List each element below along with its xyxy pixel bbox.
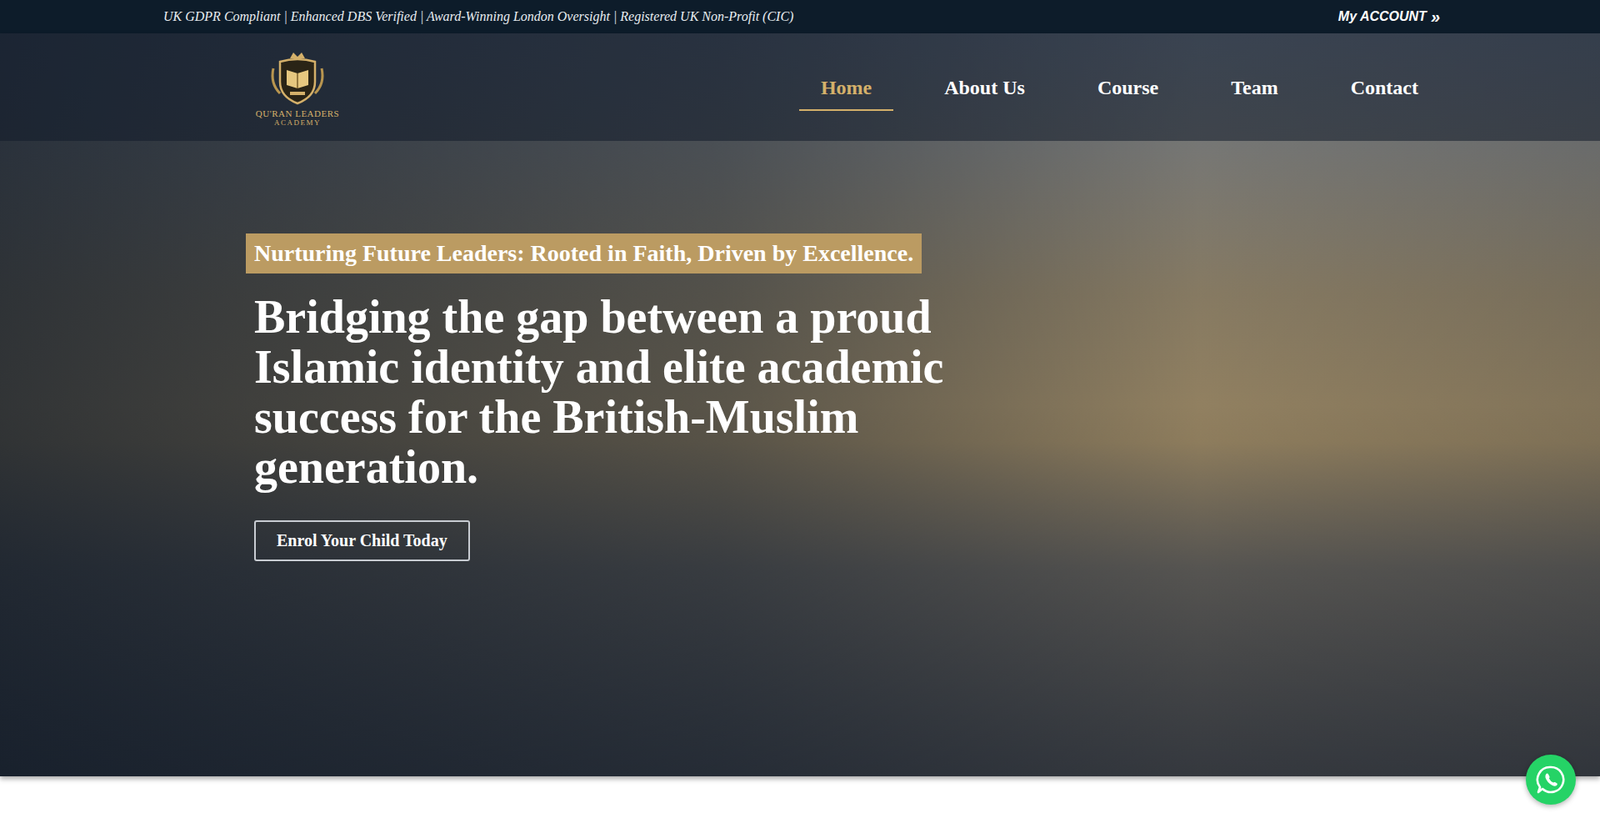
nav-item[interactable]: Team xyxy=(1209,65,1300,111)
hero: QU'RAN LEADERSACADEMY Home About Us Course T… xyxy=(0,33,1600,776)
my-account-link[interactable]: My ACCOUNT» xyxy=(1338,8,1440,25)
header: QU'RAN LEADERSACADEMY Home About Us Course T… xyxy=(0,33,1600,141)
logo-subtitle: ACADEMY xyxy=(274,118,321,127)
logo[interactable]: QU'RAN LEADERSACADEMY xyxy=(245,50,350,127)
hero-heading: Bridging the gap between a proud Islamic… xyxy=(254,291,1030,492)
nav-item[interactable]: Course xyxy=(1075,65,1180,111)
logo-name: QU'RAN LEADERS xyxy=(255,108,340,119)
content-area xyxy=(0,775,1600,828)
nav-item[interactable]: Home xyxy=(799,65,894,111)
tagline: Nurturing Future Leaders: Rooted in Fait… xyxy=(245,233,922,274)
nav-item[interactable]: About Us xyxy=(922,65,1047,111)
chevrons-icon: » xyxy=(1430,8,1440,25)
main-nav: Home About Us Course Team Contact xyxy=(799,65,1440,111)
top-bar: UK GDPR Compliant | Enhanced DBS Verifie… xyxy=(0,0,1600,34)
whatsapp-button[interactable] xyxy=(1525,754,1576,805)
whatsapp-icon xyxy=(1535,764,1566,795)
page: UK GDPR Compliant | Enhanced DBS Verifie… xyxy=(0,0,1600,828)
nav-item[interactable]: Contact xyxy=(1329,65,1440,111)
enrol-button[interactable]: Enrol Your Child Today xyxy=(254,520,470,561)
hero-content: Nurturing Future Leaders: Rooted in Fait… xyxy=(0,140,1600,661)
my-account-label: My ACCOUNT xyxy=(1338,9,1427,25)
trust-badges-text: UK GDPR Compliant | Enhanced DBS Verifie… xyxy=(163,9,794,25)
crest-icon xyxy=(268,50,327,107)
